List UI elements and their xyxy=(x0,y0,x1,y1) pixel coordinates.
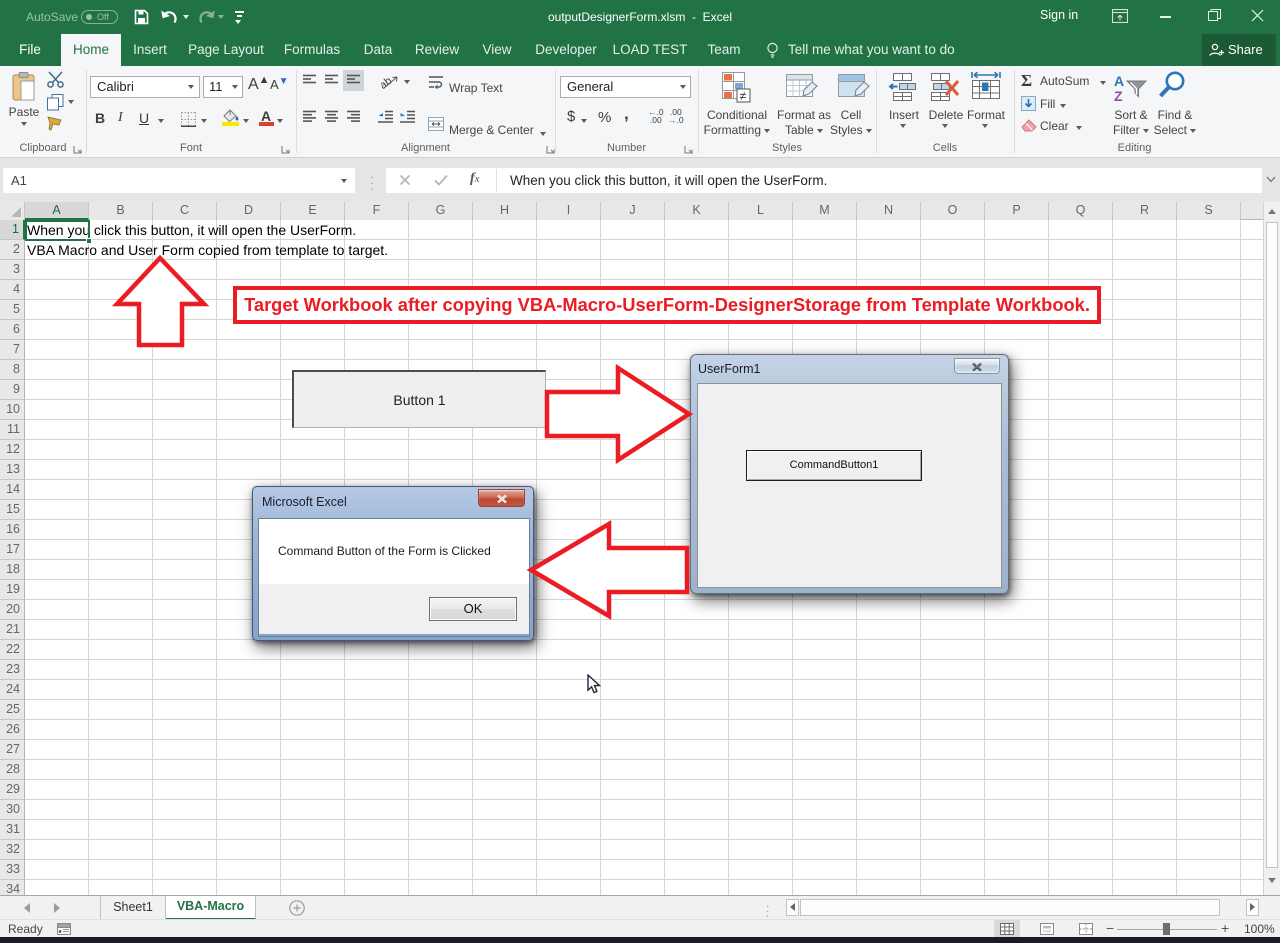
svg-text:ab: ab xyxy=(381,75,394,90)
svg-text:A: A xyxy=(1114,73,1124,89)
svg-text:≠: ≠ xyxy=(740,89,747,103)
svg-text:Z: Z xyxy=(1114,88,1123,102)
